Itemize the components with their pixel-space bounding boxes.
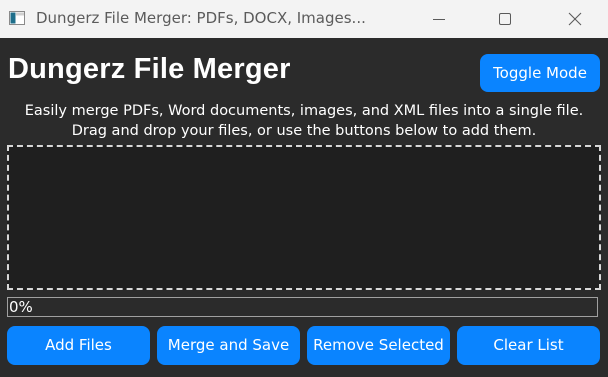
- maximize-icon: [499, 13, 511, 25]
- description-text: Easily merge PDFs, Word documents, image…: [24, 103, 584, 139]
- add-files-button[interactable]: Add Files: [7, 326, 150, 365]
- app-icon: [9, 10, 25, 26]
- toggle-mode-button[interactable]: Toggle Mode: [480, 54, 600, 92]
- title-bar[interactable]: Dungerz File Merger: PDFs, DOCX, Images.…: [0, 0, 608, 38]
- clear-list-button[interactable]: Clear List: [457, 326, 600, 365]
- minimize-button[interactable]: [416, 0, 462, 38]
- close-button[interactable]: [552, 0, 598, 38]
- page-title: Dungerz File Merger: [8, 53, 291, 85]
- remove-selected-button[interactable]: Remove Selected: [307, 326, 450, 365]
- file-drop-zone[interactable]: [7, 145, 601, 290]
- close-icon: [568, 12, 582, 26]
- window-title: Dungerz File Merger: PDFs, DOCX, Images.…: [36, 9, 366, 27]
- progress-bar: 0%: [7, 297, 598, 317]
- app-window: Dungerz File Merger: PDFs, DOCX, Images.…: [0, 0, 608, 377]
- maximize-button[interactable]: [482, 0, 528, 38]
- merge-and-save-button[interactable]: Merge and Save: [157, 326, 300, 365]
- minimize-icon: [433, 19, 445, 20]
- progress-label: 0%: [9, 298, 33, 316]
